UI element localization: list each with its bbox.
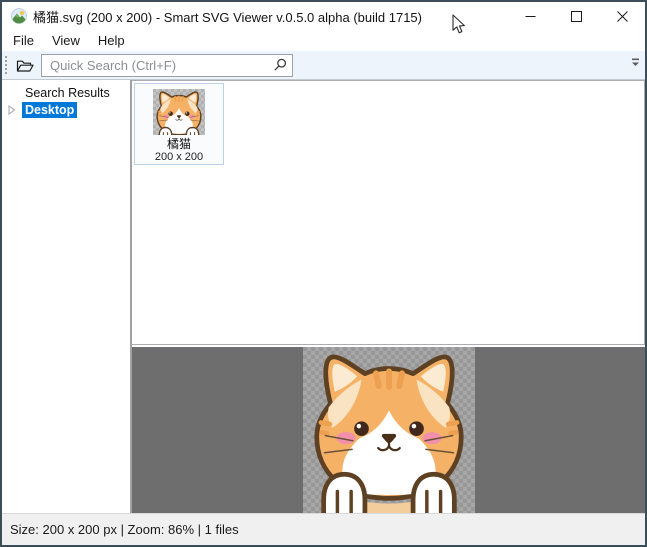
preview-panel (132, 347, 645, 513)
menu-item-file[interactable]: File (4, 31, 43, 51)
menu-bar: File View Help (2, 30, 645, 51)
status-bar: Size: 200 x 200 px | Zoom: 86% | 1 files (2, 513, 645, 545)
cat-illustration (153, 89, 205, 135)
toolbar-grip-handle[interactable] (5, 56, 7, 74)
maximize-button[interactable] (553, 2, 599, 30)
menu-item-view[interactable]: View (43, 31, 89, 51)
cat-illustration (303, 347, 475, 513)
preview-canvas[interactable] (303, 347, 475, 513)
sidebar-item-search-results[interactable]: Search Results (2, 84, 130, 101)
open-folder-icon (16, 58, 34, 73)
sidebar-item-label: Search Results (22, 85, 113, 101)
minimize-button[interactable] (507, 2, 553, 30)
app-window: 橘猫.svg (200 x 200) - Smart SVG Viewer v.… (0, 0, 647, 547)
thumbnail-panel: 橘猫 200 x 200 (132, 80, 645, 345)
toolbar (2, 51, 645, 80)
menu-item-help[interactable]: Help (89, 31, 134, 51)
thumbnail-dimensions: 200 x 200 (155, 151, 203, 164)
status-text: Size: 200 x 200 px | Zoom: 86% | 1 files (10, 522, 239, 537)
sidebar-item-label: Desktop (22, 102, 77, 118)
minimize-icon (525, 11, 536, 22)
open-folder-button[interactable] (12, 53, 38, 77)
maximize-icon (571, 11, 582, 22)
toolbar-overflow-button[interactable] (628, 58, 642, 74)
thumbnail-image (153, 89, 205, 135)
thumbnail-name: 橘猫 (167, 137, 191, 151)
close-button[interactable] (599, 2, 645, 30)
file-thumbnail-item[interactable]: 橘猫 200 x 200 (134, 83, 224, 165)
title-bar[interactable]: 橘猫.svg (200 x 200) - Smart SVG Viewer v.… (2, 2, 645, 30)
window-title: 橘猫.svg (200 x 200) - Smart SVG Viewer v.… (33, 7, 422, 26)
sidebar-tree: Search Results Desktop (2, 80, 132, 513)
main-pane: 橘猫 200 x 200 (132, 80, 645, 513)
close-icon (617, 11, 628, 22)
sidebar-item-desktop[interactable]: Desktop (2, 101, 130, 118)
search-icon[interactable] (273, 58, 287, 72)
app-logo-icon (11, 8, 27, 24)
search-input[interactable] (41, 54, 293, 77)
content-area: Search Results Desktop (2, 80, 645, 513)
chevron-down-icon (631, 58, 640, 68)
chevron-right-icon[interactable] (8, 105, 16, 115)
quick-search-box (41, 54, 293, 77)
